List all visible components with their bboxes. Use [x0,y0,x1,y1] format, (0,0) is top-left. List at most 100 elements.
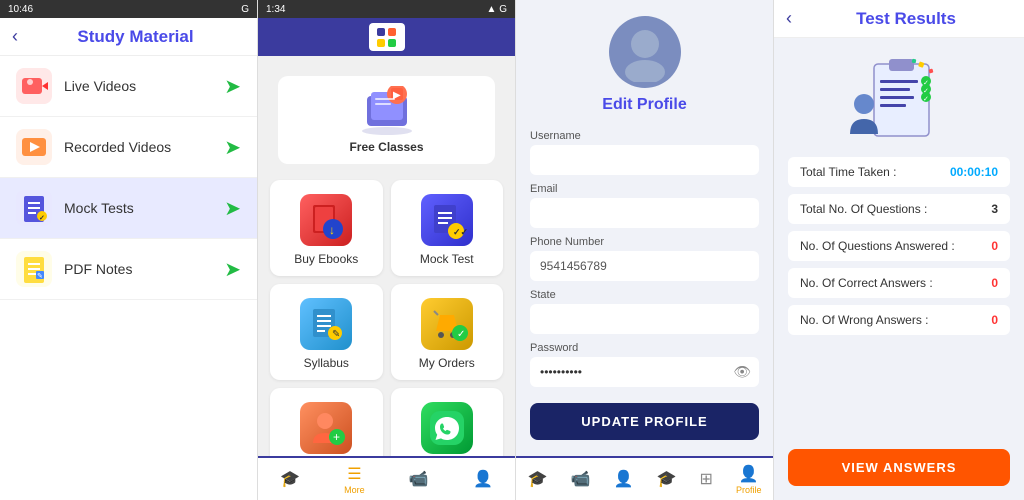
password-row: 👁 [530,357,759,387]
svg-text:✎: ✎ [37,273,43,280]
panel3-nav-profile-tab[interactable]: 👤 Profile [730,462,768,497]
grid-item-whatsapp-us[interactable]: Whatsapp Us [391,388,504,456]
test-results-title: Test Results [800,9,1012,29]
total-questions-label: Total No. Of Questions : [800,202,991,216]
panel3-nav-video[interactable]: 📹 [565,467,597,492]
home-nav-icon: 🎓 [280,469,300,489]
p3-home-icon: 🎓 [528,469,548,489]
time-1: 10:46 [8,4,33,15]
eye-icon[interactable]: 👁 [733,364,751,381]
pdf-notes-arrow: ➤ [224,257,241,282]
phone-label: Phone Number [530,236,759,248]
update-profile-button[interactable]: UPDATE PROFILE [530,403,759,440]
svg-text:↓: ↓ [329,223,335,237]
status-bar-2: 1:34 ▲ G [258,0,515,18]
wrong-value: 0 [991,313,998,327]
app-menu-panel: 1:34 ▲ G ▶ Free C [258,0,516,500]
panel4-header: ‹ Test Results [774,0,1024,38]
grid-item-my-orders[interactable]: ✓ My Orders [391,284,504,380]
profile-form: Username Email Phone Number State Passwo… [516,130,773,456]
result-time-taken: Total Time Taken : 00:00:10 [788,157,1010,187]
svg-text:✓✓: ✓✓ [453,227,468,237]
password-group: Password 👁 [530,342,759,387]
live-videos-icon [16,68,52,104]
app-grid-menu: ▶ Free Classes ↓ Buy Ebooks [258,56,515,456]
status-icons-1: G [241,4,249,15]
state-input[interactable] [530,304,759,334]
correct-value: 0 [991,276,998,290]
menu-item-recorded-videos[interactable]: Recorded Videos ➤ [0,117,257,178]
total-questions-value: 3 [991,202,998,216]
phone-input[interactable] [530,251,759,281]
grid-item-syllabus[interactable]: ✎ Syllabus [270,284,383,380]
panel2-topbar [258,18,515,56]
dot2 [388,28,396,36]
svg-text:+: + [333,430,340,444]
phone-group: Phone Number [530,236,759,281]
answered-value: 0 [991,239,998,253]
bottom-nav-video[interactable]: 📹 [403,467,435,492]
edit-profile-panel: Edit Profile Username Email Phone Number… [516,0,774,500]
syllabus-label: Syllabus [304,356,349,370]
profile-nav-icon: 👤 [473,469,493,489]
password-label: Password [530,342,759,354]
buy-ebooks-icon: ↓ [300,194,352,246]
app-logo [369,23,405,51]
panel3-nav-cap[interactable]: 🎓 [650,467,682,492]
username-input[interactable] [530,145,759,175]
time-taken-label: Total Time Taken : [800,165,950,179]
live-videos-label: Live Videos [64,78,224,94]
pdf-notes-icon: ✎ [16,251,52,287]
panel3-nav-profile[interactable]: 👤 [608,467,640,492]
svg-text:✓: ✓ [923,96,929,103]
free-classes-icon: ▶ [357,86,417,136]
panel3-bottom-nav: 🎓 📹 👤 🎓 ⊞ 👤 Profile [516,456,773,500]
menu-item-pdf-notes[interactable]: ✎ PDF Notes ➤ [0,239,257,300]
mock-test-icon: ✓✓ [421,194,473,246]
grid-item-buy-ebooks[interactable]: ↓ Buy Ebooks [270,180,383,276]
p3-grid-icon: ⊞ [699,469,712,489]
menu-item-live-videos[interactable]: Live Videos ➤ [0,56,257,117]
password-input[interactable] [530,357,759,387]
back-button-4[interactable]: ‹ [786,8,792,29]
dot1 [377,28,385,36]
svg-text:✓: ✓ [39,215,45,222]
view-answers-button[interactable]: VIEW ANSWERS [788,449,1010,486]
username-label: Username [530,130,759,142]
bottom-nav-profile[interactable]: 👤 [467,467,499,492]
state-group: State [530,289,759,334]
mock-tests-arrow: ➤ [224,196,241,221]
avatar-svg [615,22,675,82]
panel1-title: Study Material [26,27,245,47]
time-2: 1:34 [266,4,285,15]
status-bar-1: 10:46 G [0,0,257,18]
p3-cap-icon: 🎓 [656,469,676,489]
live-videos-arrow: ➤ [224,74,241,99]
study-material-panel: 10:46 G ‹ Study Material Live Videos ➤ R… [0,0,258,500]
grid-item-invite-friends[interactable]: + Invite Friends [270,388,383,456]
panel3-nav-home[interactable]: 🎓 [522,467,554,492]
email-input[interactable] [530,198,759,228]
pdf-notes-label: PDF Notes [64,261,224,277]
p3-video-icon: 📹 [571,469,591,489]
back-button-1[interactable]: ‹ [12,26,18,47]
svg-text:✓: ✓ [457,329,465,340]
menu-item-mock-tests[interactable]: ✓ Mock Tests ➤ [0,178,257,239]
mock-test-label: Mock Test [420,252,474,266]
grid-item-free-classes[interactable]: ▶ Free Classes [278,76,495,164]
topbar-accent [499,21,507,53]
panel3-nav-grid[interactable]: ⊞ [693,467,718,492]
edit-profile-title: Edit Profile [602,96,686,114]
result-correct: No. Of Correct Answers : 0 [788,268,1010,298]
result-total-questions: Total No. Of Questions : 3 [788,194,1010,224]
mock-tests-label: Mock Tests [64,200,224,216]
logo-dots [373,24,400,51]
grid-item-mock-test[interactable]: ✓✓ Mock Test [391,180,504,276]
recorded-videos-label: Recorded Videos [64,139,224,155]
bottom-nav-more[interactable]: ☰ More [338,462,371,497]
dot4 [388,39,396,47]
result-answered: No. Of Questions Answered : 0 [788,231,1010,261]
p3-profile-icon: 👤 [614,469,634,489]
bottom-nav-home[interactable]: 🎓 [274,467,306,492]
wrong-label: No. Of Wrong Answers : [800,313,991,327]
